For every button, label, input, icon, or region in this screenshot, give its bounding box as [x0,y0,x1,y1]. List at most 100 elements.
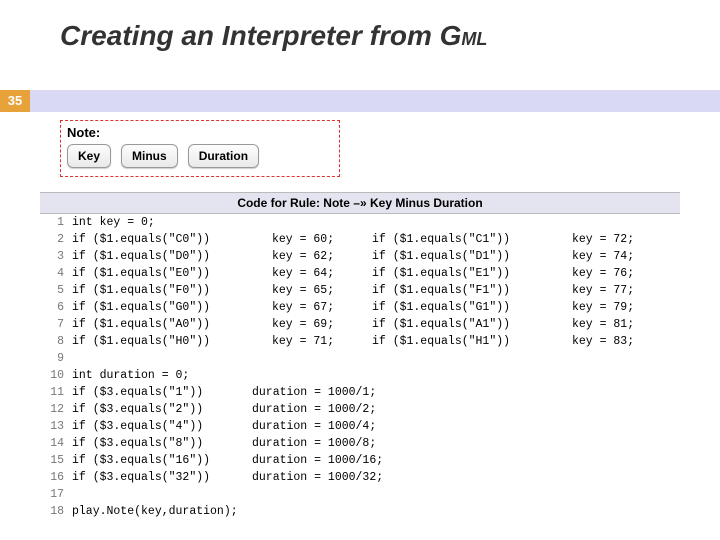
code-col-1: if ($1.equals("G0")) [72,299,272,316]
code-line: 6if ($1.equals("G0"))key = 67;if ($1.equ… [40,299,680,316]
code-line: 9 [40,350,680,367]
code-col-1: int key = 0; [72,214,272,231]
code-col-4: key = 76; [572,265,672,282]
code-col-4 [572,503,672,520]
line-number: 17 [40,486,72,503]
code-line: 14if ($3.equals("8"))duration = 1000/8; [40,435,680,452]
header-bar: 35 [0,90,720,112]
token-minus: Minus [121,144,178,168]
code-col-2 [272,367,372,384]
code-col-1: if ($3.equals("16")) [72,452,252,469]
code-col-1: if ($1.equals("H0")) [72,333,272,350]
code-col-1 [72,486,272,503]
line-number: 3 [40,248,72,265]
code-col-1: if ($1.equals("D0")) [72,248,272,265]
code-col-2: duration = 1000/4; [252,418,432,435]
line-number: 1 [40,214,72,231]
code-col-4: key = 72; [572,231,672,248]
code-line: 4if ($1.equals("E0"))key = 64;if ($1.equ… [40,265,680,282]
code-col-1: int duration = 0; [72,367,272,384]
line-number: 8 [40,333,72,350]
code-col-4 [572,214,672,231]
code-col-1: play.Note(key,duration); [72,503,272,520]
code-col-3: if ($1.equals("G1")) [372,299,572,316]
rule-header: Code for Rule: Note –» Key Minus Duratio… [40,192,680,214]
code-col-1: if ($3.equals("2")) [72,401,252,418]
code-col-4: key = 83; [572,333,672,350]
code-col-2: key = 60; [272,231,372,248]
code-col-1: if ($3.equals("32")) [72,469,252,486]
line-number: 7 [40,316,72,333]
code-col-3 [372,350,572,367]
code-line: 7if ($1.equals("A0"))key = 69;if ($1.equ… [40,316,680,333]
code-line: 11if ($3.equals("1"))duration = 1000/1; [40,384,680,401]
code-col-3 [372,503,572,520]
code-col-2: key = 65; [272,282,372,299]
token-duration: Duration [188,144,259,168]
token-row: Key Minus Duration [67,144,333,168]
code-line: 1int key = 0; [40,214,680,231]
code-area: 1int key = 0;2if ($1.equals("C0"))key = … [40,214,680,520]
code-col-3: if ($1.equals("C1")) [372,231,572,248]
line-number: 4 [40,265,72,282]
code-col-4 [572,486,672,503]
line-number: 15 [40,452,72,469]
code-col-2 [272,350,372,367]
code-col-3: if ($1.equals("D1")) [372,248,572,265]
code-col-3 [432,418,632,435]
line-number: 13 [40,418,72,435]
code-col-1: if ($3.equals("8")) [72,435,252,452]
code-line: 18play.Note(key,duration); [40,503,680,520]
code-line: 17 [40,486,680,503]
code-col-1: if ($1.equals("C0")) [72,231,272,248]
line-number: 12 [40,401,72,418]
code-col-4: key = 74; [572,248,672,265]
code-col-4 [632,452,720,469]
code-col-4 [632,401,720,418]
line-number: 5 [40,282,72,299]
code-col-1: if ($3.equals("4")) [72,418,252,435]
page-number-badge: 35 [0,90,30,112]
code-col-2: duration = 1000/16; [252,452,432,469]
code-col-4: key = 81; [572,316,672,333]
line-number: 14 [40,435,72,452]
line-number: 11 [40,384,72,401]
code-line: 10int duration = 0; [40,367,680,384]
title-main: Creating an Interpreter from G [60,20,461,51]
code-col-4 [632,435,720,452]
code-col-2: key = 71; [272,333,372,350]
code-col-4: key = 77; [572,282,672,299]
code-col-3 [432,452,632,469]
code-col-3 [432,435,632,452]
code-col-3 [372,486,572,503]
slide: Creating an Interpreter from GML 35 Note… [0,0,720,540]
code-col-3 [372,214,572,231]
slide-title: Creating an Interpreter from GML [60,20,487,52]
code-col-1: if ($3.equals("1")) [72,384,252,401]
line-number: 9 [40,350,72,367]
note-box: Note: Key Minus Duration [60,120,340,177]
code-line: 3if ($1.equals("D0"))key = 62;if ($1.equ… [40,248,680,265]
code-col-3 [432,384,632,401]
code-col-2: key = 67; [272,299,372,316]
code-line: 15if ($3.equals("16"))duration = 1000/16… [40,452,680,469]
code-col-1 [72,350,272,367]
code-col-2: duration = 1000/32; [252,469,432,486]
code-col-3: if ($1.equals("A1")) [372,316,572,333]
title-subscript: ML [461,29,487,49]
code-col-3: if ($1.equals("F1")) [372,282,572,299]
code-line: 12if ($3.equals("2"))duration = 1000/2; [40,401,680,418]
line-number: 16 [40,469,72,486]
code-col-1: if ($1.equals("E0")) [72,265,272,282]
code-line: 16if ($3.equals("32"))duration = 1000/32… [40,469,680,486]
code-col-4 [632,469,720,486]
code-col-4 [572,350,672,367]
code-col-2 [272,214,372,231]
code-col-2 [272,486,372,503]
code-col-3 [372,367,572,384]
code-col-2 [272,503,372,520]
code-line: 5if ($1.equals("F0"))key = 65;if ($1.equ… [40,282,680,299]
code-col-3 [432,469,632,486]
line-number: 6 [40,299,72,316]
code-col-3: if ($1.equals("H1")) [372,333,572,350]
